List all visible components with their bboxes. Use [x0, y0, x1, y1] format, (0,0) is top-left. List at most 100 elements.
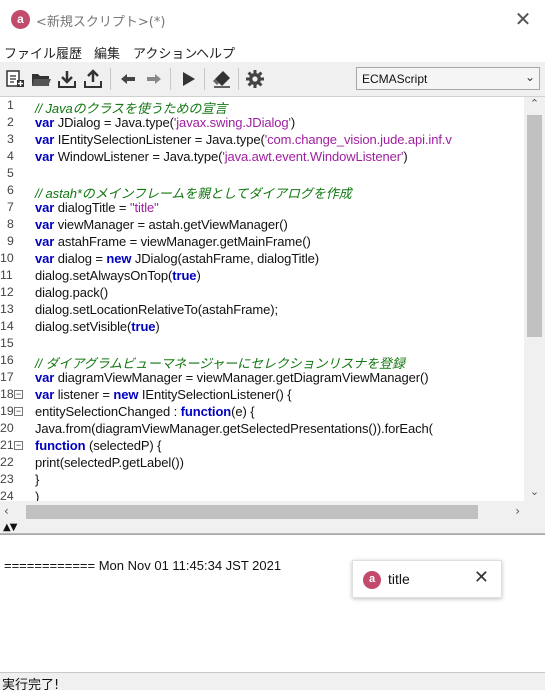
line-number-text: 17: [0, 370, 14, 384]
code-line[interactable]: function (selectedP) {: [35, 438, 161, 453]
menu-edit[interactable]: 編集: [94, 43, 120, 62]
toolbar-separator: [170, 68, 171, 90]
code-token: dialog.setLocationRelativeTo(astahFrame)…: [35, 302, 279, 317]
scroll-right-icon[interactable]: ›: [515, 504, 520, 518]
dialog-title: title: [388, 571, 410, 587]
code-line[interactable]: Java.from(diagramViewManager.getSelected…: [35, 421, 433, 436]
line-number-text: 13: [0, 302, 14, 316]
splitter-arrows-icon[interactable]: ▲▼: [3, 522, 17, 533]
new-script-icon[interactable]: [3, 67, 27, 91]
code-token: JDialog(astahFrame, dialogTitle): [131, 251, 320, 266]
code-line[interactable]: var IEntitySelectionListener = Java.type…: [35, 132, 452, 147]
gear-icon[interactable]: [243, 67, 267, 91]
code-token: JDialog = Java.type(: [54, 115, 174, 130]
scroll-down-icon[interactable]: ⌄: [524, 485, 545, 501]
title-dialog[interactable]: a title ✕: [352, 560, 502, 598]
code-keyword: var: [35, 132, 55, 147]
code-line[interactable]: dialog.setLocationRelativeTo(astahFrame)…: [35, 302, 278, 317]
run-icon[interactable]: [176, 67, 200, 91]
code-token: WindowListener = Java.type(: [54, 149, 223, 164]
open-folder-icon[interactable]: [29, 67, 53, 91]
status-bar: 実行完了!: [0, 672, 545, 693]
code-token: print(selectedP.getLabel()): [35, 455, 184, 470]
code-line[interactable]: print(selectedP.getLabel()): [35, 455, 184, 470]
menu-bar: ファイル 履歴 編集 アクション ヘルプ: [0, 40, 545, 62]
code-token: astahFrame = viewManager.getMainFrame(): [54, 234, 311, 249]
scroll-left-icon[interactable]: ‹: [4, 504, 9, 518]
code-token: ): [35, 489, 40, 501]
code-token: ): [290, 115, 296, 130]
language-select[interactable]: ECMAScript ⌄: [356, 67, 540, 90]
code-token: (e) {: [231, 404, 255, 419]
code-line[interactable]: var astahFrame = viewManager.getMainFram…: [35, 234, 311, 249]
code-keyword: var: [35, 200, 55, 215]
line-number-text: 14: [0, 319, 14, 333]
undo-icon[interactable]: [116, 67, 140, 91]
line-number-text: 1: [7, 98, 14, 112]
fold-toggle-icon[interactable]: −: [14, 407, 23, 416]
output-console[interactable]: ============ Mon Nov 01 11:45:34 JST 202…: [0, 534, 545, 672]
horizontal-scroll-thumb[interactable]: [26, 505, 478, 519]
line-number-text: 20: [0, 421, 14, 435]
code-line[interactable]: var JDialog = Java.type('javax.swing.JDi…: [35, 115, 295, 130]
code-token: ): [403, 149, 408, 164]
code-token: viewManager = astah.getViewManager(): [54, 217, 288, 232]
download-icon[interactable]: [55, 67, 79, 91]
code-line[interactable]: var dialogTitle = "title": [35, 200, 159, 215]
menu-history[interactable]: 履歴: [56, 43, 82, 62]
code-line[interactable]: entitySelectionChanged : function(e) {: [35, 404, 255, 419]
line-number-text: 18: [0, 387, 14, 401]
close-dialog-button[interactable]: ✕: [474, 567, 489, 588]
code-line[interactable]: var WindowListener = Java.type('java.awt…: [35, 149, 408, 164]
line-number-text: 24: [0, 489, 14, 501]
vertical-scrollbar[interactable]: ⌃ ⌄: [524, 97, 545, 501]
chevron-down-icon: ⌄: [524, 70, 535, 84]
upload-icon[interactable]: [81, 67, 105, 91]
code-line[interactable]: dialog.pack(): [35, 285, 108, 300]
code-keyword: var: [35, 251, 55, 266]
code-string: 'com.change_vision.jude.api.inf.v: [264, 132, 452, 147]
line-number-text: 5: [7, 166, 14, 180]
code-line[interactable]: var listener = new IEntitySelectionListe…: [35, 387, 292, 402]
code-line[interactable]: var diagramViewManager = viewManager.get…: [35, 370, 429, 385]
menu-action[interactable]: アクション: [133, 43, 197, 62]
code-line[interactable]: ): [35, 489, 39, 501]
vertical-scroll-thumb[interactable]: [527, 115, 542, 337]
toolbar-separator: [110, 68, 111, 90]
code-area[interactable]: // Javaのクラスを使うための宣言 var JDialog = Java.ty…: [24, 97, 521, 501]
script-editor-window: a <新規スクリプト>(*) ✕ ファイル 履歴 編集 アクション ヘルプ EC…: [0, 0, 545, 693]
code-line[interactable]: dialog.setVisible(true): [35, 319, 160, 334]
window-title: <新規スクリプト>(*): [36, 15, 166, 30]
code-line[interactable]: var viewManager = astah.getViewManager(): [35, 217, 288, 232]
redo-icon[interactable]: [142, 67, 166, 91]
code-line[interactable]: }: [35, 472, 39, 487]
code-line[interactable]: dialog.setAlwaysOnTop(true): [35, 268, 201, 283]
menu-file[interactable]: ファイル: [4, 43, 56, 62]
code-line[interactable]: var dialog = new JDialog(astahFrame, dia…: [35, 251, 319, 266]
scroll-up-icon[interactable]: ⌃: [524, 97, 545, 113]
pane-splitter[interactable]: ▲▼: [0, 522, 545, 534]
code-string: 'javax.swing.JDialog': [173, 115, 291, 130]
code-token: dialog.setAlwaysOnTop(: [35, 268, 173, 283]
code-keyword: var: [35, 115, 55, 130]
line-number-text: 22: [0, 455, 14, 469]
code-token: dialog.pack(): [35, 285, 109, 300]
close-window-button[interactable]: ✕: [511, 8, 535, 32]
astah-logo-icon: a: [363, 571, 381, 589]
line-number-text: 4: [7, 149, 14, 163]
line-number-text: 12: [0, 285, 14, 299]
line-number-text: 7: [7, 200, 14, 214]
horizontal-scrollbar[interactable]: ‹ ›: [0, 501, 524, 523]
line-number-text: 11: [0, 268, 13, 282]
line-number-text: 23: [0, 472, 14, 486]
eraser-icon[interactable]: [210, 67, 234, 91]
line-number-text: 8: [7, 217, 14, 231]
code-token: dialog.setVisible(: [35, 319, 132, 334]
code-keyword: function: [180, 404, 232, 419]
menu-help[interactable]: ヘルプ: [196, 43, 235, 62]
status-text: 実行完了!: [2, 678, 60, 693]
fold-toggle-icon[interactable]: −: [14, 441, 23, 450]
fold-toggle-icon[interactable]: −: [14, 390, 23, 399]
code-token: dialog =: [54, 251, 107, 266]
code-editor[interactable]: 1 2 3 4 5 6 7 8 9 10 11 12 13 14 15 16 17 18−19−20 21−22 23…: [0, 96, 545, 523]
